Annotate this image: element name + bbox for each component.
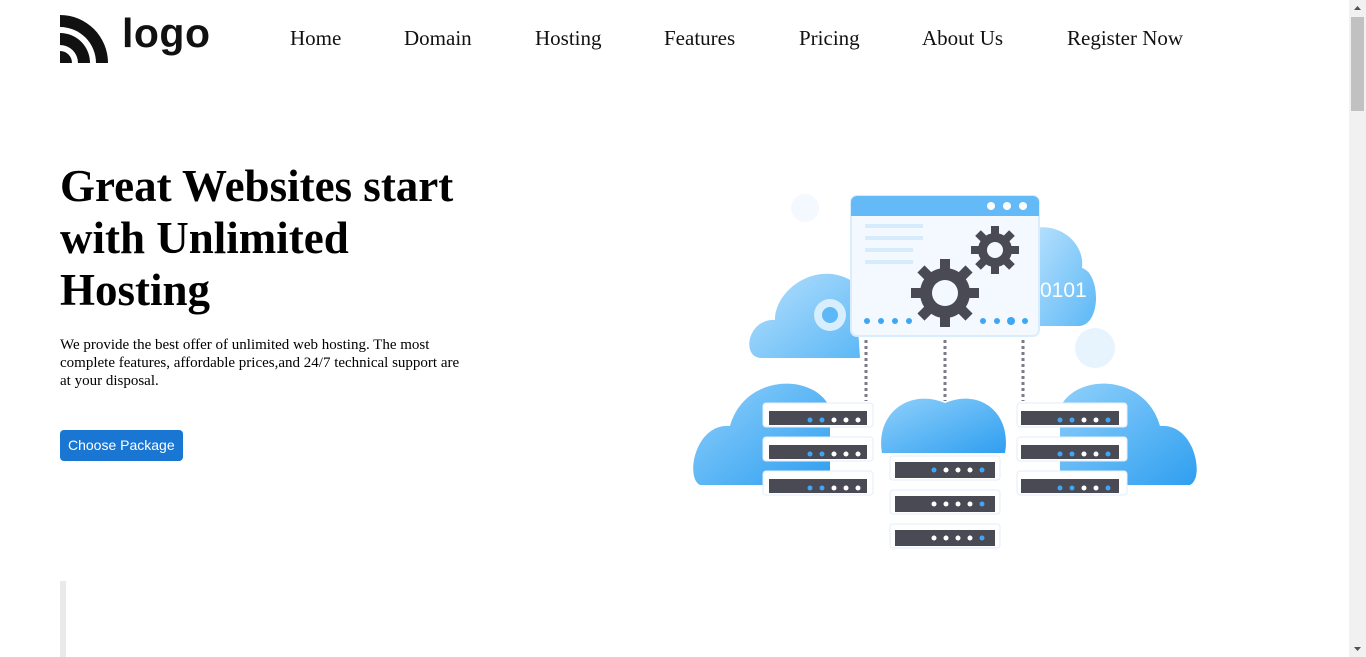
nav-hosting[interactable]: Hosting xyxy=(535,26,602,51)
scroll-up-arrow-icon[interactable] xyxy=(1349,0,1366,17)
nav-register-now[interactable]: Register Now xyxy=(1067,26,1183,51)
upper-left-cloud xyxy=(749,273,860,358)
logo-text: logo xyxy=(122,10,211,56)
choose-package-button[interactable]: Choose Package xyxy=(60,430,183,461)
nav-about-us[interactable]: About Us xyxy=(922,26,1003,51)
scroll-thumb[interactable] xyxy=(1351,17,1364,111)
logo-icon xyxy=(60,15,108,63)
section-divider xyxy=(60,581,66,657)
binary-text: 0101 xyxy=(1040,279,1087,302)
connector-lines xyxy=(864,340,1025,401)
nav-features[interactable]: Features xyxy=(664,26,735,51)
upper-right-cloud: 0101 xyxy=(1035,227,1096,326)
browser-window-graphic xyxy=(850,195,1040,337)
server-right xyxy=(1016,402,1128,496)
nav-domain[interactable]: Domain xyxy=(404,26,472,51)
hero-subtext: We provide the best offer of unlimited w… xyxy=(60,337,460,389)
nav-pricing[interactable]: Pricing xyxy=(799,26,860,51)
page: logo Home Domain Hosting Features Pricin… xyxy=(0,0,1349,657)
nav-home[interactable]: Home xyxy=(290,26,341,51)
scroll-down-arrow-icon[interactable] xyxy=(1349,640,1366,657)
hero-headline: Great Websites start with Unlimited Host… xyxy=(60,161,454,315)
logo[interactable]: logo xyxy=(60,10,210,65)
vertical-scrollbar[interactable] xyxy=(1349,0,1366,657)
server-left xyxy=(762,402,874,496)
server-center xyxy=(889,455,1001,549)
hosting-illustration: 0101 xyxy=(693,194,1197,549)
